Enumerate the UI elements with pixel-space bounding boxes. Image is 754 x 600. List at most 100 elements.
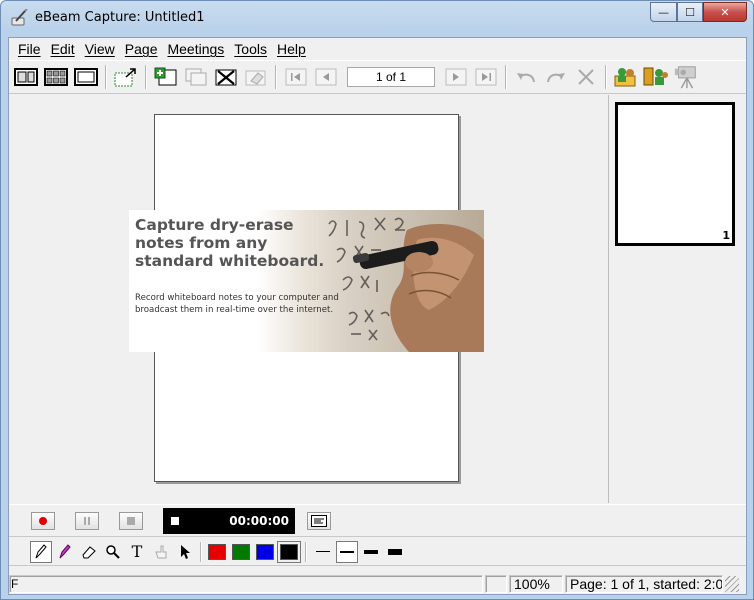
delete-x-icon — [578, 69, 594, 85]
page-view-icon — [14, 68, 38, 86]
medium-line-icon — [340, 550, 354, 553]
recording-toolbar: 00:00:00 — [9, 504, 746, 537]
grid-view-icon — [44, 68, 68, 86]
menu-page[interactable]: Page — [120, 41, 163, 57]
eraser-icon — [82, 545, 96, 558]
full-page-icon — [74, 68, 98, 86]
meeting-people-icon — [614, 68, 636, 87]
pen-icon — [35, 543, 47, 558]
resize-region-icon — [114, 68, 136, 87]
undo-button[interactable] — [513, 65, 539, 89]
add-page-icon — [154, 67, 177, 86]
record-button[interactable] — [31, 511, 55, 530]
heavy-line-icon — [388, 548, 402, 555]
menu-view[interactable]: View — [80, 41, 120, 57]
participants-icon — [643, 67, 668, 86]
menu-meetings[interactable]: Meetings — [162, 41, 229, 57]
page-status: Page: 1 of 1, started: 2:0 — [565, 575, 723, 593]
line-width-thin[interactable] — [312, 541, 334, 563]
delete-page-button[interactable] — [213, 65, 239, 89]
timer-value: 00:00:00 — [229, 513, 289, 528]
line-width-heavy[interactable] — [384, 541, 406, 563]
drawing-toolbar: T — [9, 538, 746, 566]
thumbnail-page-number: 1 — [722, 229, 730, 242]
first-page-icon — [285, 68, 307, 86]
text-tool[interactable]: T — [126, 541, 148, 563]
window-title: eBeam Capture: Untitled1 — [35, 10, 205, 25]
previous-page-button[interactable] — [313, 65, 339, 89]
client-area: File Edit View Page Meetings Tools Help — [8, 37, 747, 595]
caption-buttons: — ☐ ✕ — [650, 2, 747, 22]
main-toolbar: 1 of 1 — [9, 60, 746, 94]
color-green-swatch[interactable] — [232, 543, 250, 560]
status-message: F — [9, 575, 483, 593]
promo-banner-image: Capture dry-erase notes from any standar… — [129, 210, 484, 352]
first-page-button[interactable] — [283, 65, 309, 89]
page-thumbnail[interactable]: 1 — [615, 102, 735, 246]
eraser-tool[interactable] — [78, 541, 100, 563]
previous-page-icon — [315, 68, 337, 86]
toolbar-separator — [145, 65, 147, 89]
highlighter-tool[interactable] — [54, 541, 76, 563]
erase-page-button[interactable] — [243, 65, 269, 89]
line-width-medium[interactable] — [336, 540, 358, 563]
redo-button[interactable] — [543, 65, 569, 89]
record-icon — [39, 516, 47, 525]
toolbar-separator — [105, 65, 107, 89]
stop-icon — [127, 516, 135, 525]
zoom-level: 100% — [509, 575, 563, 593]
menu-help[interactable]: Help — [272, 41, 311, 57]
zoom-tool[interactable] — [102, 541, 124, 563]
banner-headline: Capture dry-erase notes from any standar… — [135, 216, 325, 270]
meeting-button[interactable] — [613, 65, 639, 89]
minimize-button[interactable]: — — [650, 2, 677, 22]
menu-bar: File Edit View Page Meetings Tools Help — [9, 38, 746, 60]
drawbar-separator — [305, 541, 307, 562]
select-tool[interactable] — [174, 541, 196, 563]
page-thumbnail-pane: 1 — [610, 95, 746, 503]
status-bar: F 100% Page: 1 of 1, started: 2:0 — [9, 573, 746, 595]
line-width-thick[interactable] — [360, 541, 382, 563]
last-page-button[interactable] — [473, 65, 499, 89]
thin-line-icon — [316, 551, 330, 552]
canvas-area[interactable]: Capture dry-erase notes from any standar… — [9, 95, 609, 503]
projector-camera-icon — [674, 66, 696, 89]
page-indicator-field[interactable]: 1 of 1 — [347, 67, 435, 87]
thick-line-icon — [364, 549, 378, 554]
stop-button[interactable] — [119, 511, 143, 530]
highlighter-icon — [59, 543, 71, 558]
recording-settings-button[interactable] — [307, 511, 331, 530]
pen-tool[interactable] — [30, 540, 52, 563]
close-button[interactable]: ✕ — [703, 2, 747, 22]
next-page-button[interactable] — [443, 65, 469, 89]
copy-page-button[interactable] — [183, 65, 209, 89]
next-page-icon — [445, 68, 467, 86]
title-bar[interactable]: eBeam Capture: Untitled1 — ☐ ✕ — [1, 1, 753, 33]
resize-grip[interactable] — [725, 576, 739, 592]
menu-file[interactable]: File — [13, 41, 46, 57]
toolbar-separator — [605, 65, 607, 89]
single-view-button[interactable] — [13, 65, 39, 89]
settings-list-icon — [311, 514, 327, 527]
copy-page-icon — [185, 68, 207, 86]
grid-view-button[interactable] — [43, 65, 69, 89]
color-blue-swatch[interactable] — [256, 543, 274, 560]
resize-region-button[interactable] — [113, 65, 139, 89]
pause-button[interactable] — [75, 511, 99, 530]
menu-edit[interactable]: Edit — [46, 41, 80, 57]
hand-pointer-icon — [155, 545, 167, 558]
toolbar-separator — [275, 65, 277, 89]
eraser-page-icon — [245, 70, 266, 86]
pointer-hand-tool[interactable] — [150, 541, 172, 563]
projector-button[interactable] — [673, 65, 699, 89]
new-page-button[interactable] — [153, 65, 179, 89]
full-view-button[interactable] — [73, 65, 99, 89]
maximize-button[interactable]: ☐ — [677, 2, 703, 22]
menu-tools[interactable]: Tools — [229, 41, 272, 57]
participants-button[interactable] — [643, 65, 669, 89]
delete-button[interactable] — [573, 65, 599, 89]
drawbar-separator — [200, 541, 202, 562]
timer-stop-icon — [171, 516, 179, 525]
color-red-swatch[interactable] — [208, 543, 226, 560]
color-black-swatch[interactable] — [277, 540, 301, 563]
